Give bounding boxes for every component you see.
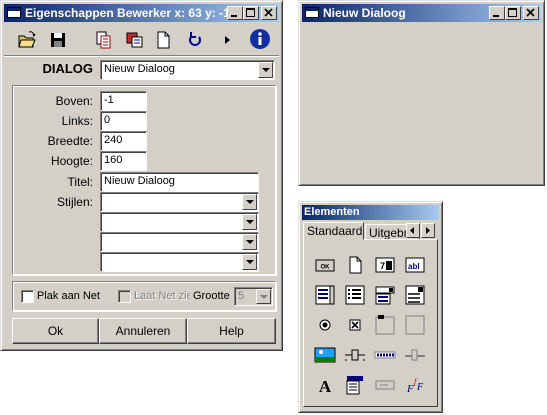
svg-text:OK: OK [321, 265, 331, 271]
play-icon[interactable] [216, 29, 238, 51]
show-grid-checkbox[interactable] [118, 290, 131, 303]
combobox-icon[interactable] [374, 284, 396, 306]
slider-icon[interactable] [344, 344, 366, 366]
field-label-hoogte: Hoogte: [50, 154, 93, 168]
help-button-label: Help [219, 324, 244, 338]
dialog-label: DIALOG [42, 61, 93, 76]
chevron-down-icon[interactable] [242, 234, 257, 250]
tab-scroll-right-icon[interactable] [421, 223, 435, 238]
info-icon[interactable] [249, 28, 271, 50]
svg-text:F: F [406, 383, 414, 395]
breedte-input[interactable]: 240 [100, 131, 147, 151]
field-label-boven: Boven: [55, 94, 93, 108]
combo-list-icon[interactable] [404, 284, 426, 306]
field-label-breedte: Breedte: [47, 134, 93, 148]
listbox-icon[interactable] [314, 284, 336, 306]
formula-icon[interactable]: FfF [404, 374, 426, 396]
paste-icon[interactable] [124, 29, 146, 51]
checklist-icon[interactable] [344, 284, 366, 306]
tab-scroll-left-icon[interactable] [406, 223, 420, 238]
ok-button[interactable]: Ok [12, 318, 99, 344]
svg-text:F: F [416, 382, 424, 393]
radio-icon[interactable] [314, 314, 336, 336]
grootte-select[interactable]: 5 [234, 287, 273, 306]
style-select-1[interactable] [100, 192, 259, 212]
chevron-down-icon[interactable] [242, 194, 257, 210]
maximize-icon[interactable] [505, 6, 521, 20]
edit-field-icon[interactable] [374, 374, 396, 396]
preview-window-title: Nieuw Dialoog [323, 6, 406, 20]
dialog-select-value: Nieuw Dialoog [104, 63, 175, 75]
svg-text:abl: abl [408, 262, 420, 271]
properties-title-bar[interactable]: Eigenschappen Bewerker x: 63 y: -1 [4, 4, 279, 22]
minimize-icon[interactable] [489, 6, 505, 20]
titel-input[interactable]: Nieuw Dialoog [100, 172, 259, 192]
new-page-icon[interactable] [152, 29, 174, 51]
tab-standaard[interactable]: Standaard [303, 222, 364, 240]
field-label-links: Links: [61, 114, 93, 128]
trackbar-icon[interactable] [404, 344, 426, 366]
minimize-icon[interactable] [227, 6, 243, 20]
save-icon[interactable] [47, 29, 69, 51]
dialog-select[interactable]: Nieuw Dialoog [100, 60, 275, 80]
elements-window-title: Elementen [304, 206, 360, 218]
progress-icon[interactable] [374, 344, 396, 366]
grootte-label: Grootte [193, 290, 230, 302]
open-folder-icon[interactable] [16, 29, 38, 51]
tab-standaard-label: Standaard [307, 224, 363, 238]
grootte-value: 5 [238, 290, 245, 302]
stijlen-label: Stijlen: [56, 195, 93, 209]
chevron-down-icon[interactable] [242, 214, 257, 230]
show-grid-label: Laat Net zie [134, 290, 190, 302]
properties-editor-window: Eigenschappen Bewerker x: 63 y: -1 DIALO… [0, 0, 283, 351]
style-select-4[interactable] [100, 252, 259, 272]
ok-button-label: Ok [47, 324, 64, 338]
image-icon[interactable] [314, 344, 336, 366]
window-icon [7, 7, 21, 18]
chevron-down-icon[interactable] [242, 254, 257, 270]
button-icon[interactable]: OK [314, 254, 336, 276]
undo-icon[interactable] [184, 29, 206, 51]
svg-text:7: 7 [380, 261, 385, 271]
boven-input[interactable]: -1 [100, 91, 147, 111]
edit-text-icon[interactable]: 7 [374, 254, 396, 276]
dialog-preview-window: Nieuw Dialoog [298, 0, 545, 186]
frame-icon[interactable] [404, 314, 426, 336]
hoogte-input[interactable]: 160 [100, 151, 147, 171]
close-icon[interactable] [523, 6, 539, 20]
close-icon[interactable] [261, 6, 277, 20]
titel-label: Titel: [67, 175, 93, 189]
window-controls [227, 6, 277, 20]
properties-window-title: Eigenschappen Bewerker x: 63 y: -1 [25, 6, 230, 20]
preview-title-bar[interactable]: Nieuw Dialoog [302, 4, 541, 22]
style-select-3[interactable] [100, 232, 259, 252]
copy-icon[interactable] [93, 29, 115, 51]
chevron-down-icon[interactable] [258, 62, 273, 78]
elements-palette-window: Elementen Standaard Uitgebre OK 7 abl A … [298, 201, 443, 413]
checkbox-icon[interactable] [344, 314, 366, 336]
elements-title-bar[interactable]: Elementen [302, 205, 439, 220]
snap-to-grid-checkbox[interactable] [21, 290, 34, 303]
edit-text-ab-icon[interactable]: abl [404, 254, 426, 276]
cancel-button[interactable]: Annuleren [99, 318, 187, 344]
groupbox-icon[interactable] [374, 314, 396, 336]
help-button[interactable]: Help [187, 318, 276, 344]
toolbar [4, 25, 279, 56]
static-text-icon[interactable] [344, 254, 366, 276]
window-controls [489, 6, 539, 20]
menu-icon[interactable] [344, 374, 366, 396]
links-input[interactable]: 0 [100, 111, 147, 131]
chevron-down-icon[interactable] [256, 289, 271, 304]
snap-to-grid-label: Plak aan Net [37, 290, 100, 302]
maximize-icon[interactable] [243, 6, 259, 20]
style-select-2[interactable] [100, 212, 259, 232]
cancel-button-label: Annuleren [115, 324, 171, 338]
window-icon [305, 7, 319, 18]
svg-text:A: A [319, 377, 332, 396]
font-icon[interactable]: A [314, 374, 336, 396]
